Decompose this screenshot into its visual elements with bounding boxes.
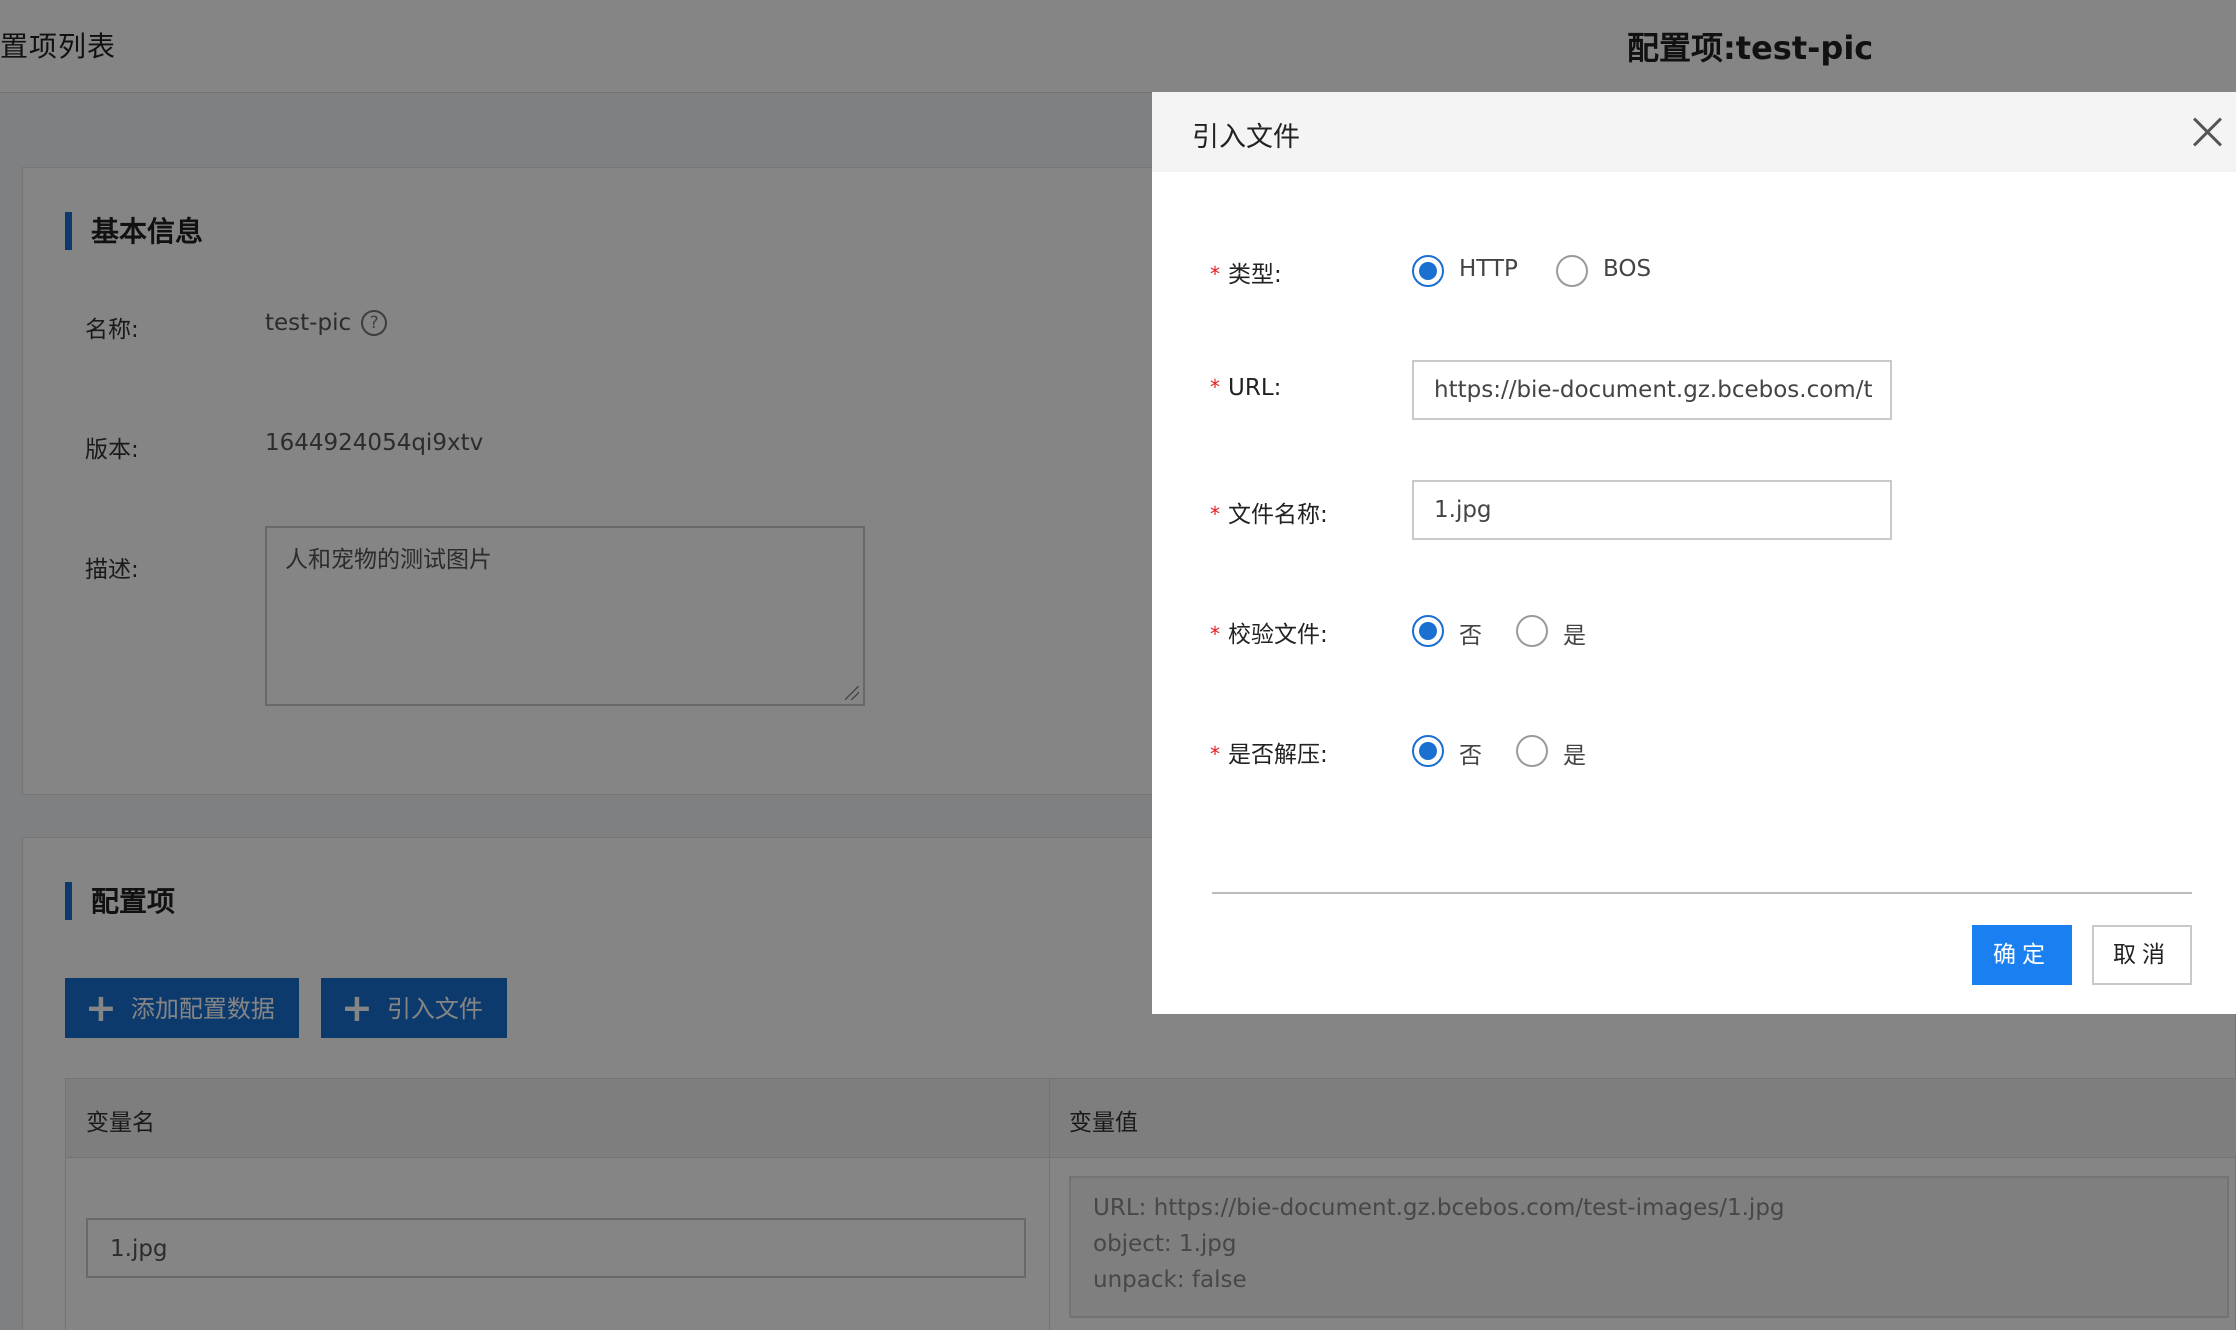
type-option-http[interactable]: HTTP	[1459, 256, 1518, 282]
verify-radio-no[interactable]	[1412, 615, 1444, 647]
close-icon[interactable]	[2192, 116, 2224, 148]
type-option-bos[interactable]: BOS	[1603, 256, 1651, 282]
required-mark: *	[1210, 375, 1220, 399]
filename-label: * 文件名称:	[1210, 495, 1328, 529]
cancel-button[interactable]: 取消	[2092, 925, 2192, 985]
type-radio-bos[interactable]	[1556, 255, 1588, 287]
filename-input[interactable]: 1.jpg	[1412, 480, 1892, 540]
import-file-dialog: 引入文件 * 类型: HTTP BOS * URL: https://bie-doc…	[1152, 92, 2236, 1014]
verify-file-label-text: 校验文件:	[1228, 622, 1328, 648]
url-input[interactable]: https://bie-document.gz.bcebos.com/t	[1412, 360, 1892, 420]
url-label: * URL:	[1210, 375, 1281, 401]
required-mark: *	[1210, 622, 1220, 646]
verify-option-yes[interactable]: 是	[1563, 616, 1586, 650]
verify-option-no[interactable]: 否	[1459, 616, 1482, 650]
unpack-radio-yes[interactable]	[1516, 735, 1548, 767]
unpack-label-text: 是否解压:	[1228, 742, 1328, 768]
verify-file-label: * 校验文件:	[1210, 615, 1328, 649]
type-radio-http[interactable]	[1412, 255, 1444, 287]
unpack-label: * 是否解压:	[1210, 735, 1328, 769]
required-mark: *	[1210, 262, 1220, 286]
unpack-option-no[interactable]: 否	[1459, 736, 1482, 770]
verify-radio-yes[interactable]	[1516, 615, 1548, 647]
unpack-radio-no[interactable]	[1412, 735, 1444, 767]
dialog-footer-divider	[1212, 892, 2192, 894]
unpack-option-yes[interactable]: 是	[1563, 736, 1586, 770]
filename-label-text: 文件名称:	[1228, 502, 1328, 528]
required-mark: *	[1210, 502, 1220, 526]
type-label: * 类型:	[1210, 255, 1282, 289]
required-mark: *	[1210, 742, 1220, 766]
confirm-button[interactable]: 确定	[1972, 925, 2072, 985]
dialog-header: 引入文件	[1152, 92, 2236, 172]
url-label-text: URL:	[1228, 375, 1282, 401]
dialog-title: 引入文件	[1192, 122, 1300, 153]
type-label-text: 类型:	[1228, 262, 1282, 288]
